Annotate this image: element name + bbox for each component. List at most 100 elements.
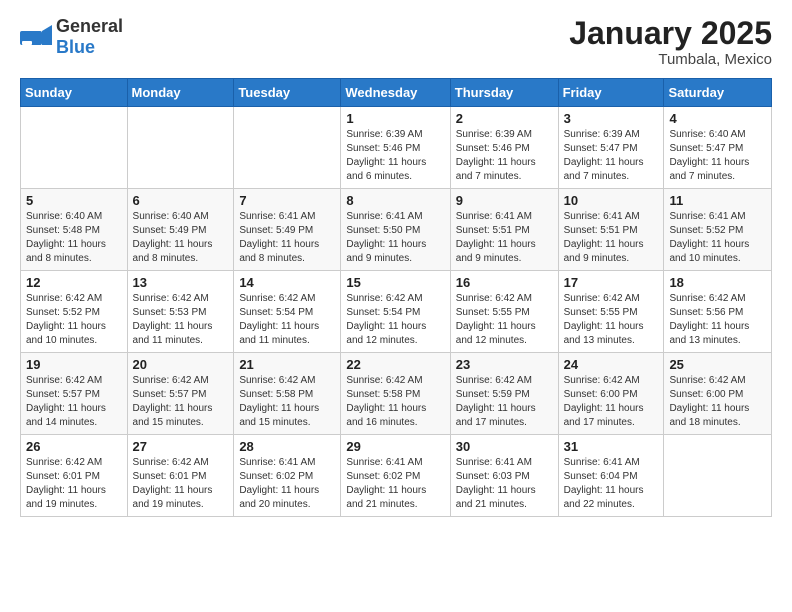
day-header-friday: Friday (558, 79, 664, 107)
calendar-cell: 20 Sunrise: 6:42 AMSunset: 5:57 PMDayligh… (127, 353, 234, 435)
calendar-header-row: SundayMondayTuesdayWednesdayThursdayFrid… (21, 79, 772, 107)
day-number: 19 (26, 357, 122, 372)
calendar-cell: 25Sunrise: 6:42 AMSunset: 6:00 PMDayligh… (664, 353, 772, 435)
day-number: 18 (669, 275, 766, 290)
day-number: 27 (133, 439, 229, 454)
title-block: January 2025 Tumbala, Mexico (569, 16, 772, 68)
calendar-week-row: 19 Sunrise: 6:42 AMSunset: 5:57 PMDayligh… (21, 353, 772, 435)
day-info: Sunrise: 6:42 AMSunset: 5:53 PMDaylight:… (133, 292, 229, 348)
calendar-week-row: 26 Sunrise: 6:42 AMSunset: 6:01 PMDayligh… (21, 435, 772, 517)
calendar-cell: 28 Sunrise: 6:41 AMSunset: 6:02 PMDayligh… (234, 435, 341, 517)
day-info: Sunrise: 6:42 AMSunset: 6:01 PMDaylight:… (26, 456, 122, 512)
calendar-cell: 22 Sunrise: 6:42 AMSunset: 5:58 PMDayligh… (341, 353, 450, 435)
calendar-cell: 5Sunrise: 6:40 AMSunset: 5:48 PMDaylight… (21, 189, 128, 271)
day-number: 21 (239, 357, 335, 372)
day-info: Sunrise: 6:41 AMSunset: 6:02 PMDaylight:… (239, 456, 335, 512)
day-number: 29 (346, 439, 444, 454)
calendar-subtitle: Tumbala, Mexico (569, 51, 772, 68)
calendar-cell: 26 Sunrise: 6:42 AMSunset: 6:01 PMDayligh… (21, 435, 128, 517)
day-info: Sunrise: 6:41 AMSunset: 5:49 PMDaylight:… (239, 210, 335, 266)
calendar-cell: 29Sunrise: 6:41 AMSunset: 6:02 PMDayligh… (341, 435, 450, 517)
calendar-table: SundayMondayTuesdayWednesdayThursdayFrid… (20, 78, 772, 517)
day-number: 9 (456, 193, 553, 208)
day-number: 16 (456, 275, 553, 290)
day-number: 10 (564, 193, 659, 208)
day-number: 17 (564, 275, 659, 290)
day-info: Sunrise: 6:39 AMSunset: 5:46 PMDaylight:… (346, 128, 444, 184)
calendar-cell: 24Sunrise: 6:42 AMSunset: 6:00 PMDayligh… (558, 353, 664, 435)
day-info: Sunrise: 6:42 AMSunset: 6:01 PMDaylight:… (133, 456, 229, 512)
logo-general: General (56, 16, 123, 36)
calendar-cell: 14 Sunrise: 6:42 AMSunset: 5:54 PMDayligh… (234, 271, 341, 353)
calendar-cell: 23Sunrise: 6:42 AMSunset: 5:59 PMDayligh… (450, 353, 558, 435)
day-number: 1 (346, 111, 444, 126)
day-number: 13 (133, 275, 229, 290)
calendar-week-row: 12 Sunrise: 6:42 AMSunset: 5:52 PMDayligh… (21, 271, 772, 353)
day-number: 25 (669, 357, 766, 372)
day-number: 11 (669, 193, 766, 208)
day-number: 6 (133, 193, 229, 208)
logo-blue: Blue (56, 37, 95, 57)
day-header-saturday: Saturday (664, 79, 772, 107)
day-number: 14 (239, 275, 335, 290)
day-info: Sunrise: 6:42 AMSunset: 5:55 PMDaylight:… (564, 292, 659, 348)
day-number: 4 (669, 111, 766, 126)
day-info: Sunrise: 6:42 AMSunset: 5:58 PMDaylight:… (239, 374, 335, 430)
day-info: Sunrise: 6:42 AMSunset: 5:57 PMDaylight:… (133, 374, 229, 430)
day-number: 31 (564, 439, 659, 454)
calendar-cell: 7 Sunrise: 6:41 AMSunset: 5:49 PMDaylight… (234, 189, 341, 271)
calendar-week-row: 5Sunrise: 6:40 AMSunset: 5:48 PMDaylight… (21, 189, 772, 271)
day-info: Sunrise: 6:39 AMSunset: 5:46 PMDaylight:… (456, 128, 553, 184)
calendar-cell: 31 Sunrise: 6:41 AMSunset: 6:04 PMDayligh… (558, 435, 664, 517)
day-info: Sunrise: 6:42 AMSunset: 5:58 PMDaylight:… (346, 374, 444, 430)
calendar-cell (234, 107, 341, 189)
day-info: Sunrise: 6:42 AMSunset: 6:00 PMDaylight:… (564, 374, 659, 430)
calendar-cell (21, 107, 128, 189)
calendar-cell: 18 Sunrise: 6:42 AMSunset: 5:56 PMDayligh… (664, 271, 772, 353)
calendar-cell: 4 Sunrise: 6:40 AMSunset: 5:47 PMDaylight… (664, 107, 772, 189)
calendar-cell: 17 Sunrise: 6:42 AMSunset: 5:55 PMDayligh… (558, 271, 664, 353)
day-info: Sunrise: 6:42 AMSunset: 5:54 PMDaylight:… (239, 292, 335, 348)
day-info: Sunrise: 6:41 AMSunset: 6:04 PMDaylight:… (564, 456, 659, 512)
day-number: 2 (456, 111, 553, 126)
day-info: Sunrise: 6:42 AMSunset: 5:56 PMDaylight:… (669, 292, 766, 348)
day-number: 22 (346, 357, 444, 372)
calendar-cell: 3 Sunrise: 6:39 AMSunset: 5:47 PMDaylight… (558, 107, 664, 189)
day-number: 26 (26, 439, 122, 454)
calendar-title: January 2025 (569, 16, 772, 51)
calendar-cell: 8Sunrise: 6:41 AMSunset: 5:50 PMDaylight… (341, 189, 450, 271)
day-number: 30 (456, 439, 553, 454)
day-info: Sunrise: 6:40 AMSunset: 5:49 PMDaylight:… (133, 210, 229, 266)
day-info: Sunrise: 6:40 AMSunset: 5:47 PMDaylight:… (669, 128, 766, 184)
calendar-cell: 13 Sunrise: 6:42 AMSunset: 5:53 PMDayligh… (127, 271, 234, 353)
calendar-cell: 6 Sunrise: 6:40 AMSunset: 5:49 PMDaylight… (127, 189, 234, 271)
day-info: Sunrise: 6:41 AMSunset: 5:51 PMDaylight:… (456, 210, 553, 266)
day-info: Sunrise: 6:39 AMSunset: 5:47 PMDaylight:… (564, 128, 659, 184)
day-number: 20 (133, 357, 229, 372)
day-header-tuesday: Tuesday (234, 79, 341, 107)
day-number: 28 (239, 439, 335, 454)
calendar-week-row: 1 Sunrise: 6:39 AMSunset: 5:46 PMDaylight… (21, 107, 772, 189)
calendar-cell: 11 Sunrise: 6:41 AMSunset: 5:52 PMDayligh… (664, 189, 772, 271)
logo: General Blue (20, 16, 123, 58)
day-info: Sunrise: 6:41 AMSunset: 5:52 PMDaylight:… (669, 210, 766, 266)
page: General Blue January 2025 Tumbala, Mexic… (0, 0, 792, 612)
day-number: 8 (346, 193, 444, 208)
calendar-cell: 16Sunrise: 6:42 AMSunset: 5:55 PMDayligh… (450, 271, 558, 353)
day-header-monday: Monday (127, 79, 234, 107)
calendar-cell: 1 Sunrise: 6:39 AMSunset: 5:46 PMDaylight… (341, 107, 450, 189)
day-number: 15 (346, 275, 444, 290)
day-info: Sunrise: 6:42 AMSunset: 5:52 PMDaylight:… (26, 292, 122, 348)
calendar-cell: 30Sunrise: 6:41 AMSunset: 6:03 PMDayligh… (450, 435, 558, 517)
day-number: 12 (26, 275, 122, 290)
day-number: 7 (239, 193, 335, 208)
day-info: Sunrise: 6:41 AMSunset: 5:51 PMDaylight:… (564, 210, 659, 266)
day-header-sunday: Sunday (21, 79, 128, 107)
day-header-wednesday: Wednesday (341, 79, 450, 107)
calendar-cell: 21 Sunrise: 6:42 AMSunset: 5:58 PMDayligh… (234, 353, 341, 435)
day-number: 3 (564, 111, 659, 126)
day-number: 5 (26, 193, 122, 208)
calendar-cell: 10 Sunrise: 6:41 AMSunset: 5:51 PMDayligh… (558, 189, 664, 271)
calendar-cell (127, 107, 234, 189)
day-info: Sunrise: 6:42 AMSunset: 5:57 PMDaylight:… (26, 374, 122, 430)
